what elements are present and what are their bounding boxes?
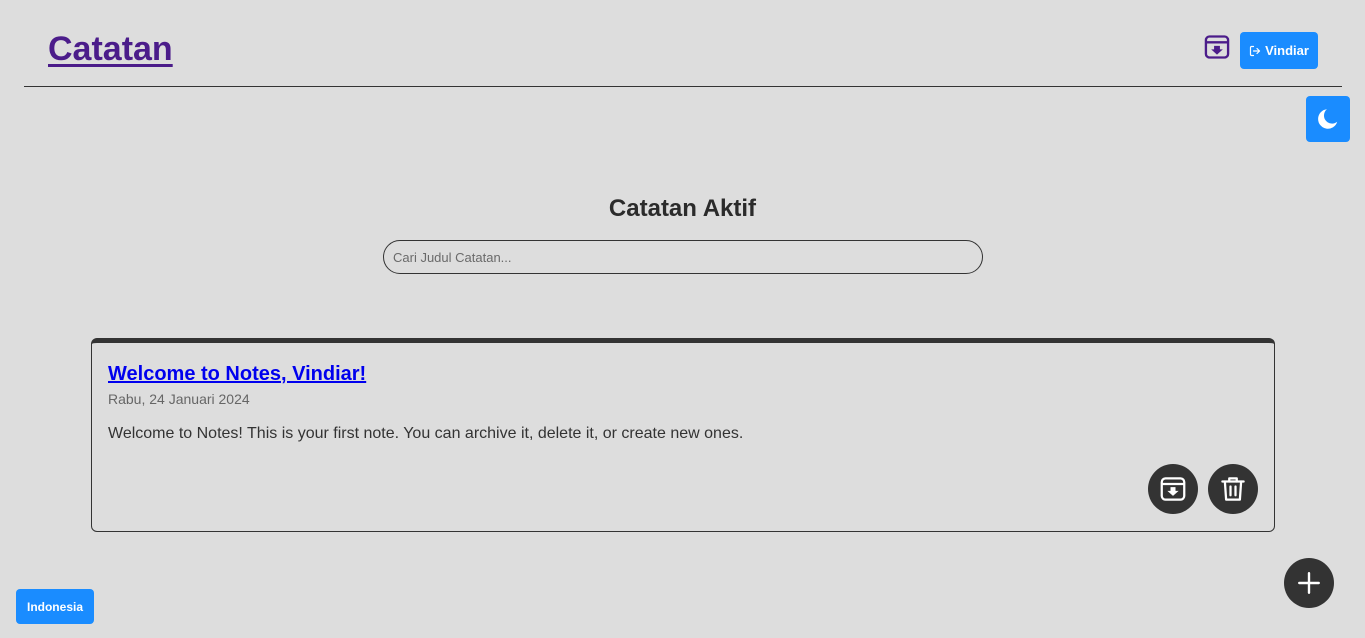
search-input[interactable] [383,240,983,274]
app-title-link[interactable]: Catatan [48,30,173,69]
language-toggle-button[interactable]: Indonesia [16,589,94,624]
archive-nav-button[interactable] [1202,32,1232,62]
note-title-link[interactable]: Welcome to Notes, Vindiar! [108,363,366,386]
logout-label: Vindiar [1265,43,1309,58]
moon-icon [1318,109,1338,129]
add-note-button[interactable] [1284,558,1334,608]
plus-icon [1298,572,1320,594]
logout-button[interactable]: Vindiar [1240,32,1318,69]
page-heading: Catatan Aktif [608,195,757,222]
archive-icon [1160,477,1186,501]
archive-note-button[interactable] [1148,464,1198,514]
note-card: Welcome to Notes, Vindiar! Rabu, 24 Janu… [91,338,1275,532]
header: Catatan Vindiar [24,0,1342,87]
archive-icon [1204,35,1230,59]
logout-icon [1249,45,1261,56]
note-body: Welcome to Notes! This is your first not… [108,425,744,442]
delete-note-button[interactable] [1208,464,1258,514]
page: Catatan Vindiar Catatan Aktif Welcome to… [0,0,1365,638]
note-date: Rabu, 24 Januari 2024 [108,391,250,407]
trash-icon [1221,477,1245,501]
theme-toggle-button[interactable] [1306,96,1350,142]
